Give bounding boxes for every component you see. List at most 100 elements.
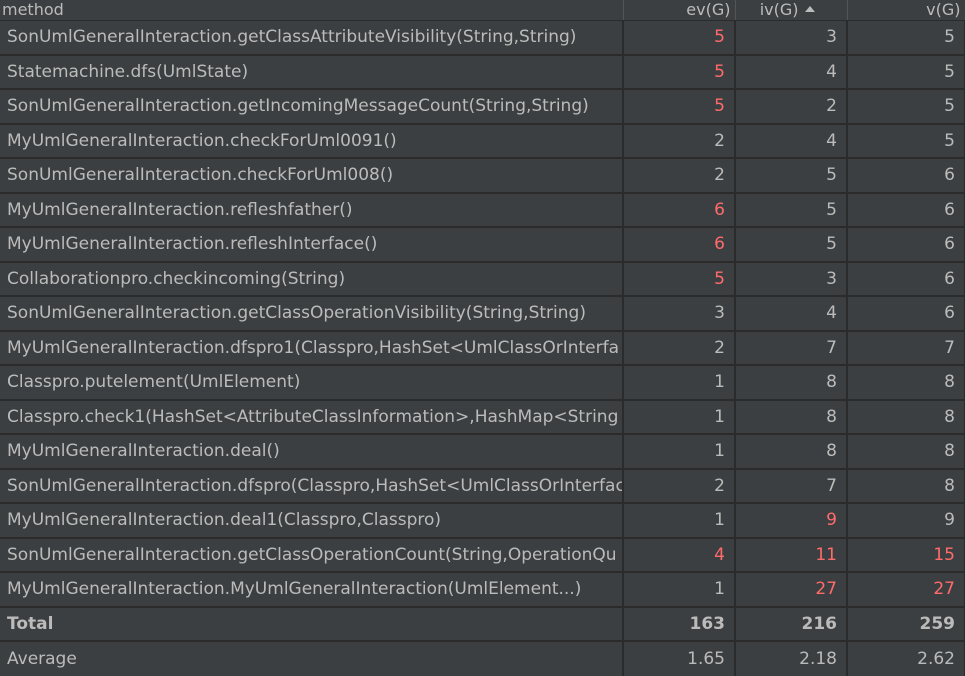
iv-cell: 4: [735, 296, 848, 332]
method-name-cell: SonUmlGeneralInteraction.getClassOperati…: [0, 537, 624, 573]
method-name-cell: Collaborationpro.checkincoming(String): [0, 261, 624, 297]
iv-cell: 9: [735, 503, 848, 539]
v-cell: 8: [847, 434, 965, 470]
method-name-cell: SonUmlGeneralInteraction.getClassOperati…: [0, 296, 624, 332]
average-row-label: Average: [0, 641, 624, 676]
column-header-ev-label: ev(G): [686, 0, 731, 20]
method-name-cell: Classpro.putelement(UmlElement): [0, 365, 624, 401]
ev-cell: 5: [623, 20, 736, 56]
table-row[interactable]: Collaborationpro.checkincoming(String) 5 3…: [0, 261, 965, 297]
table-row[interactable]: MyUmlGeneralInteraction.MyUmlGeneralInte…: [0, 572, 965, 608]
column-header-iv-label: iv(G): [759, 0, 799, 20]
method-name-cell: SonUmlGeneralInteraction.checkForUml008(…: [0, 158, 624, 194]
ev-cell: 3: [623, 296, 736, 332]
ev-cell: 2: [623, 158, 736, 194]
iv-cell: 4: [735, 54, 848, 90]
v-cell: 8: [847, 468, 965, 504]
ev-cell: 6: [623, 192, 736, 228]
table-row[interactable]: SonUmlGeneralInteraction.getClassAttribu…: [0, 20, 965, 56]
v-cell: 5: [847, 20, 965, 56]
method-name-cell: Classpro.check1(HashSet<AttributeClassIn…: [0, 399, 624, 435]
ev-cell: 5: [623, 261, 736, 297]
table-row[interactable]: SonUmlGeneralInteraction.dfspro(Classpro…: [0, 468, 965, 504]
method-name-cell: SonUmlGeneralInteraction.getClassAttribu…: [0, 20, 624, 56]
column-header-iv[interactable]: iv(G): [735, 0, 848, 21]
ev-cell: 5: [623, 89, 736, 125]
v-cell: 6: [847, 296, 965, 332]
ev-cell: 1: [623, 572, 736, 608]
v-cell: 27: [847, 572, 965, 608]
column-header-method-label: method: [2, 0, 64, 20]
column-header-method[interactable]: method: [0, 0, 624, 21]
column-header-ev[interactable]: ev(G): [623, 0, 736, 21]
v-cell: 5: [847, 123, 965, 159]
table-row[interactable]: MyUmlGeneralInteraction.deal1(Classpro,C…: [0, 503, 965, 539]
v-cell: 5: [847, 89, 965, 125]
table-row[interactable]: Classpro.check1(HashSet<AttributeClassIn…: [0, 399, 965, 435]
ev-cell: 4: [623, 537, 736, 573]
total-row-iv: 216: [735, 606, 848, 642]
table-row[interactable]: Classpro.putelement(UmlElement) 1 8 8: [0, 365, 965, 401]
method-name-cell: MyUmlGeneralInteraction.deal(): [0, 434, 624, 470]
table-body: SonUmlGeneralInteraction.getClassAttribu…: [0, 20, 965, 676]
total-row-ev: 163: [623, 606, 736, 642]
iv-cell: 4: [735, 123, 848, 159]
iv-cell: 27: [735, 572, 848, 608]
method-name-cell: MyUmlGeneralInteraction.refleshfather(): [0, 192, 624, 228]
table-row[interactable]: MyUmlGeneralInteraction.deal() 1 8 8: [0, 434, 965, 470]
total-row: Total 163 216 259: [0, 606, 965, 642]
iv-cell: 8: [735, 365, 848, 401]
table-row[interactable]: MyUmlGeneralInteraction.dfspro1(Classpro…: [0, 330, 965, 366]
column-header-v-label: v(G): [926, 0, 961, 20]
iv-cell: 11: [735, 537, 848, 573]
ev-cell: 2: [623, 330, 736, 366]
ev-cell: 1: [623, 503, 736, 539]
average-row-ev: 1.65: [623, 641, 736, 676]
total-row-label: Total: [0, 606, 624, 642]
v-cell: 15: [847, 537, 965, 573]
method-name-cell: MyUmlGeneralInteraction.deal1(Classpro,C…: [0, 503, 624, 539]
column-header-v[interactable]: v(G): [847, 0, 965, 21]
method-name-cell: MyUmlGeneralInteraction.checkForUml0091(…: [0, 123, 624, 159]
iv-cell: 2: [735, 89, 848, 125]
table-row[interactable]: MyUmlGeneralInteraction.refleshfather() 6…: [0, 192, 965, 228]
table-row[interactable]: MyUmlGeneralInteraction.refleshInterface…: [0, 227, 965, 263]
table-row[interactable]: SonUmlGeneralInteraction.getIncomingMess…: [0, 89, 965, 125]
method-name-cell: MyUmlGeneralInteraction.dfspro1(Classpro…: [0, 330, 624, 366]
table-row[interactable]: MyUmlGeneralInteraction.checkForUml0091(…: [0, 123, 965, 159]
table-row[interactable]: SonUmlGeneralInteraction.getClassOperati…: [0, 537, 965, 573]
iv-cell: 8: [735, 434, 848, 470]
iv-cell: 8: [735, 399, 848, 435]
v-cell: 8: [847, 365, 965, 401]
table-row[interactable]: Statemachine.dfs(UmlState) 5 4 5: [0, 54, 965, 90]
v-cell: 6: [847, 158, 965, 194]
method-name-cell: SonUmlGeneralInteraction.dfspro(Classpro…: [0, 468, 624, 504]
ev-cell: 2: [623, 468, 736, 504]
iv-cell: 5: [735, 192, 848, 228]
ev-cell: 6: [623, 227, 736, 263]
table-row[interactable]: SonUmlGeneralInteraction.checkForUml008(…: [0, 158, 965, 194]
v-cell: 5: [847, 54, 965, 90]
iv-cell: 5: [735, 158, 848, 194]
iv-cell: 3: [735, 20, 848, 56]
ev-cell: 1: [623, 434, 736, 470]
iv-cell: 5: [735, 227, 848, 263]
v-cell: 6: [847, 227, 965, 263]
ev-cell: 2: [623, 123, 736, 159]
v-cell: 6: [847, 261, 965, 297]
v-cell: 6: [847, 192, 965, 228]
average-row-v: 2.62: [847, 641, 965, 676]
v-cell: 7: [847, 330, 965, 366]
table-row[interactable]: SonUmlGeneralInteraction.getClassOperati…: [0, 296, 965, 332]
sort-ascending-icon: [804, 6, 815, 13]
iv-cell: 7: [735, 330, 848, 366]
iv-cell: 3: [735, 261, 848, 297]
method-name-cell: SonUmlGeneralInteraction.getIncomingMess…: [0, 89, 624, 125]
total-row-v: 259: [847, 606, 965, 642]
ev-cell: 1: [623, 365, 736, 401]
ev-cell: 5: [623, 54, 736, 90]
average-row-iv: 2.18: [735, 641, 848, 676]
method-name-cell: Statemachine.dfs(UmlState): [0, 54, 624, 90]
method-name-cell: MyUmlGeneralInteraction.refleshInterface…: [0, 227, 624, 263]
iv-cell: 7: [735, 468, 848, 504]
